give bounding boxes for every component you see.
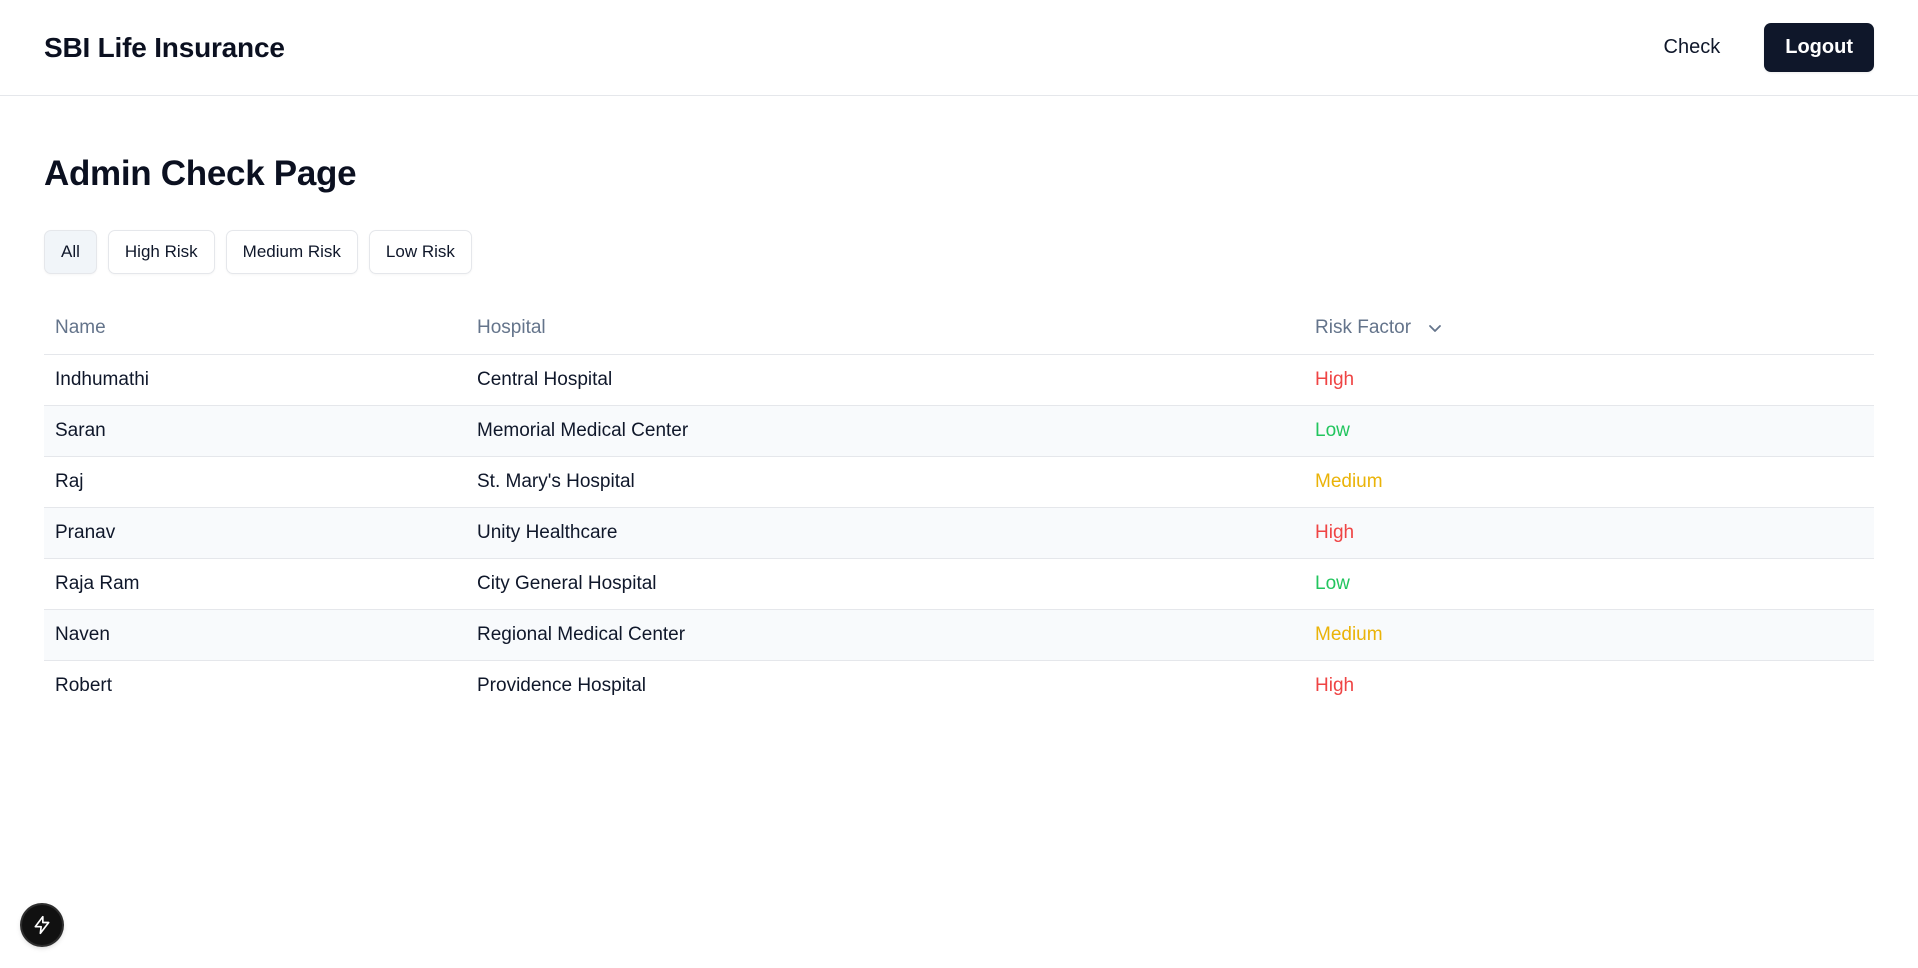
cell-risk: Medium xyxy=(1304,456,1874,508)
filter-medium-risk-button[interactable]: Medium Risk xyxy=(225,230,358,274)
cell-name: Raja Ram xyxy=(44,558,466,610)
filter-low-risk-button[interactable]: Low Risk xyxy=(368,230,472,274)
cell-name: Robert xyxy=(55,675,113,696)
cell-hospital: Providence Hospital xyxy=(477,675,646,696)
cell-name: Saran xyxy=(44,405,466,457)
cell-name: Pranav xyxy=(44,507,466,559)
logout-button[interactable]: Logout xyxy=(1764,23,1874,72)
cell-name: Raj xyxy=(44,456,466,508)
table-row: Pranav Unity Healthcare High xyxy=(44,507,1874,559)
table-header-row: Name Hospital Risk Factor xyxy=(44,302,1874,355)
cell-risk: High xyxy=(1304,354,1874,406)
filter-high-risk-button[interactable]: High Risk xyxy=(107,230,215,274)
cell-hospital: St. Mary's Hospital xyxy=(466,456,1304,508)
cell-hospital: City General Hospital xyxy=(466,558,1304,610)
cell-risk: Medium xyxy=(1304,609,1874,661)
page-title: Admin Check Page xyxy=(44,154,357,193)
cell-hospital: Regional Medical Center xyxy=(466,609,1304,661)
table-row: Raj St. Mary's Hospital Medium xyxy=(44,456,1874,508)
risk-filter-group: All High Risk Medium Risk Low Risk xyxy=(44,230,1874,274)
cell-risk: Low xyxy=(1304,558,1874,610)
cell-hospital: Memorial Medical Center xyxy=(466,405,1304,457)
risk-factor-sort-toggle[interactable]: Risk Factor xyxy=(1315,317,1445,339)
brand-title: SBI Life Insurance xyxy=(44,31,285,63)
main-content: Admin Check Page All High Risk Medium Ri… xyxy=(0,96,1918,711)
column-header-hospital: Hospital xyxy=(466,302,1304,355)
cell-hospital: Central Hospital xyxy=(466,354,1304,406)
cell-risk: Low xyxy=(1304,405,1874,457)
nav-link-check[interactable]: Check xyxy=(1644,24,1741,71)
lightning-bolt-icon xyxy=(32,915,52,935)
column-header-risk-factor[interactable]: Risk Factor xyxy=(1304,302,1874,355)
table-row: Naven Regional Medical Center Medium xyxy=(44,609,1874,661)
dev-tools-button[interactable] xyxy=(22,905,62,945)
patients-table: Name Hospital Risk Factor Indhumathi Cen… xyxy=(44,302,1874,711)
cell-name: Naven xyxy=(44,609,466,661)
risk-factor-label: Risk Factor xyxy=(1315,317,1412,338)
filter-all-button[interactable]: All xyxy=(44,230,97,274)
column-header-name: Name xyxy=(44,302,466,355)
table-row: Saran Memorial Medical Center Low xyxy=(44,405,1874,457)
top-nav: Check Logout xyxy=(1644,23,1874,72)
table-row: Raja Ram City General Hospital Low xyxy=(44,558,1874,610)
chevron-down-icon[interactable] xyxy=(1425,318,1445,338)
cell-hospital: Unity Healthcare xyxy=(466,507,1304,559)
table-row: Indhumathi Central Hospital High xyxy=(44,354,1874,406)
app-header: SBI Life Insurance Check Logout xyxy=(0,0,1918,96)
cell-risk: High xyxy=(1304,507,1874,559)
table-row: Robert Providence Hospital High xyxy=(44,661,1874,712)
cell-name: Indhumathi xyxy=(44,354,466,406)
cell-risk: High xyxy=(1315,675,1355,696)
